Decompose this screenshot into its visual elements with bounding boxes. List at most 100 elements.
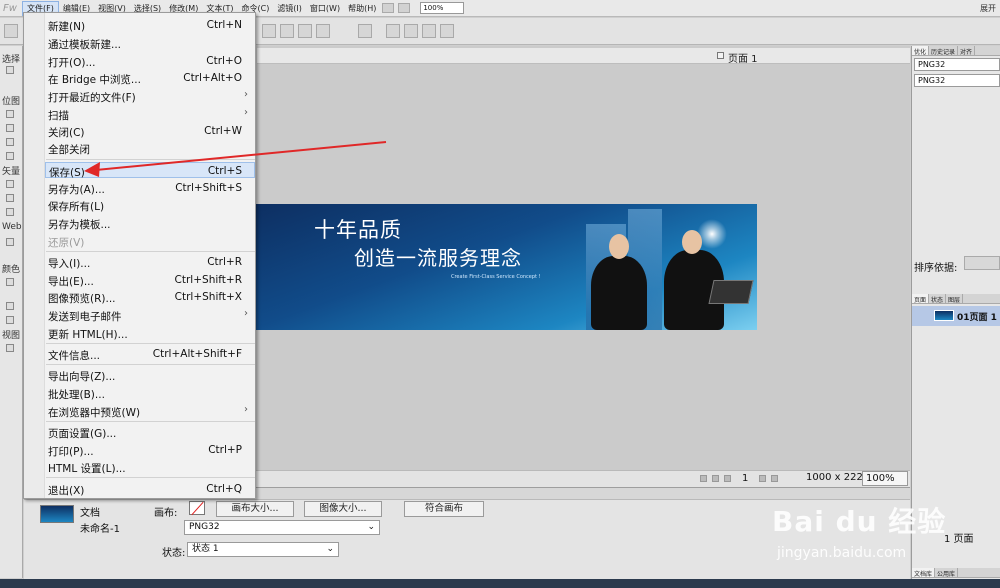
text-tool-icon[interactable] <box>6 208 14 216</box>
expand-workspace-button[interactable]: 展开 <box>980 3 996 14</box>
flip-vertical-icon[interactable] <box>422 24 436 38</box>
menu-filters[interactable]: 滤镜(I) <box>273 2 306 15</box>
lasso-tool-icon[interactable] <box>6 124 14 132</box>
tab-optimize[interactable]: 优化 <box>912 46 930 56</box>
canvas-color-swatch[interactable] <box>189 501 205 515</box>
sort-select[interactable] <box>964 256 1000 270</box>
menu-item-label: 还原(V) <box>48 237 85 249</box>
chevron-down-icon: ⌄ <box>326 544 334 554</box>
businesswoman-face <box>609 234 629 259</box>
menu-item-send-email[interactable]: 发送到电子邮件 › <box>48 307 254 323</box>
pen-tool-icon[interactable] <box>6 194 14 202</box>
menu-item-html-settings[interactable]: HTML 设置(L)... <box>48 459 254 475</box>
rotate-icon[interactable] <box>386 24 400 38</box>
optimize-preset-select[interactable]: PNG32 <box>914 58 1000 71</box>
tab-pages[interactable]: 页面 <box>912 294 930 304</box>
menu-item-close[interactable]: 关闭(C) Ctrl+W <box>48 123 254 139</box>
menu-item-page-setup[interactable]: 页面设置(G)... <box>48 424 254 440</box>
menu-item-scan[interactable]: 扫描 › <box>48 106 254 122</box>
menu-item-file-info[interactable]: 文件信息... Ctrl+Alt+Shift+F <box>48 346 254 362</box>
menu-item-revert: 还原(V) <box>48 233 254 249</box>
first-frame-icon[interactable] <box>700 475 707 482</box>
zoom-tool-icon[interactable] <box>398 3 411 13</box>
menu-item-new-from-template[interactable]: 通过模板新建... <box>48 35 254 51</box>
tab-common-library[interactable]: 公用库 <box>935 568 959 578</box>
menu-item-save-as-template[interactable]: 另存为模板... <box>48 215 254 231</box>
page-menu-icon[interactable] <box>717 52 724 59</box>
hand-icon[interactable] <box>6 344 14 352</box>
menu-item-browse-bridge[interactable]: 在 Bridge 中浏览... Ctrl+Alt+O <box>48 70 254 86</box>
canvas-size-button[interactable]: 画布大小... <box>216 501 294 517</box>
current-frame: 1 <box>742 473 749 484</box>
menu-item-image-preview[interactable]: 图像预览(R)... Ctrl+Shift+X <box>48 289 254 305</box>
play-icon[interactable] <box>712 475 719 482</box>
stroke-color-icon[interactable] <box>6 302 14 310</box>
eraser-tool-icon[interactable] <box>6 152 14 160</box>
split-icon[interactable] <box>316 24 330 38</box>
tab-document-library[interactable]: 文档库 <box>912 568 936 578</box>
image-size-button[interactable]: 图像大小... <box>304 501 382 517</box>
tab-layers[interactable]: 图层 <box>946 294 964 304</box>
menu-item-import[interactable]: 导入(I)... Ctrl+R <box>48 254 254 270</box>
rotate-left-icon[interactable] <box>440 24 454 38</box>
align-icon[interactable] <box>358 24 372 38</box>
export-format-select[interactable]: PNG32 ⌄ <box>184 520 380 535</box>
menu-item-shortcut: Ctrl+N <box>206 19 242 31</box>
state-select[interactable]: 状态 1 ⌄ <box>187 542 339 557</box>
prev-frame-icon[interactable] <box>724 475 731 482</box>
hotspot-tool-icon[interactable] <box>6 238 14 246</box>
next-frame-icon[interactable] <box>759 475 766 482</box>
menu-separator <box>46 251 255 252</box>
eyedropper-tool-icon[interactable] <box>6 278 14 286</box>
brush-tool-icon[interactable] <box>6 138 14 146</box>
fit-canvas-button[interactable]: 符合画布 <box>404 501 484 517</box>
zoom-level-select[interactable]: 100% <box>420 2 465 14</box>
menu-item-save-as[interactable]: 另存为(A)... Ctrl+Shift+S <box>48 180 254 196</box>
hand-tool-icon[interactable] <box>382 3 395 13</box>
menu-item-save[interactable]: 保存(S) Ctrl+S <box>45 162 255 179</box>
page-selector[interactable]: 页面 1 <box>728 50 758 65</box>
menu-item-export[interactable]: 导出(E)... Ctrl+Shift+R <box>48 272 254 288</box>
ungroup-icon[interactable] <box>280 24 294 38</box>
menu-help[interactable]: 帮助(H) <box>344 2 380 15</box>
page-item-name: 01页面 1 <box>957 313 997 323</box>
menu-item-label: 关闭(C) <box>48 127 85 139</box>
new-file-icon[interactable] <box>4 24 18 38</box>
fill-color-icon[interactable] <box>6 316 14 324</box>
menu-item-label: 打印(P)... <box>48 446 94 458</box>
menu-window[interactable]: 窗口(W) <box>306 2 344 15</box>
menu-item-label: 更新 HTML(H)... <box>48 329 128 341</box>
menu-item-export-wizard[interactable]: 导出向导(Z)... <box>48 367 254 383</box>
state-value: 状态 1 <box>192 544 219 554</box>
status-zoom-select[interactable]: 100% <box>862 471 908 486</box>
line-tool-icon[interactable] <box>6 180 14 188</box>
join-icon[interactable] <box>298 24 312 38</box>
menu-item-label: 文件信息... <box>48 350 101 362</box>
menu-item-label: 图像预览(R)... <box>48 293 116 305</box>
menu-item-preview-in-browser[interactable]: 在浏览器中预览(W) › <box>48 403 254 419</box>
menu-item-label: 在 Bridge 中浏览... <box>48 74 141 86</box>
menu-item-exit[interactable]: 退出(X) Ctrl+Q <box>48 481 254 497</box>
pointer-tool-icon[interactable] <box>6 66 14 74</box>
menu-item-open[interactable]: 打开(O)... Ctrl+O <box>48 53 254 69</box>
canvas-size-readout: 1000 x 222 <box>806 472 863 483</box>
marquee-tool-icon[interactable] <box>6 110 14 118</box>
menu-item-update-html[interactable]: 更新 HTML(H)... <box>48 325 254 341</box>
fireworks-logo: Fw <box>3 2 17 14</box>
optimize-format-select[interactable]: PNG32 <box>914 74 1000 87</box>
menu-item-print[interactable]: 打印(P)... Ctrl+P <box>48 442 254 458</box>
menu-item-close-all[interactable]: 全部关闭 <box>48 140 254 156</box>
menu-item-new[interactable]: 新建(N) Ctrl+N <box>48 17 254 33</box>
last-frame-icon[interactable] <box>771 475 778 482</box>
menu-separator <box>46 364 255 365</box>
menu-item-save-all[interactable]: 保存所有(L) <box>48 197 254 213</box>
flip-icon[interactable] <box>404 24 418 38</box>
tab-align[interactable]: 对齐 <box>958 46 976 56</box>
tools-section-color: 颜色 <box>2 265 21 275</box>
businessman-face <box>682 230 702 254</box>
menu-item-batch-process[interactable]: 批处理(B)... <box>48 385 254 401</box>
tab-states[interactable]: 状态 <box>929 294 947 304</box>
tab-history[interactable]: 历史记录 <box>929 46 959 56</box>
group-icon[interactable] <box>262 24 276 38</box>
menu-item-open-recent[interactable]: 打开最近的文件(F) › <box>48 88 254 104</box>
